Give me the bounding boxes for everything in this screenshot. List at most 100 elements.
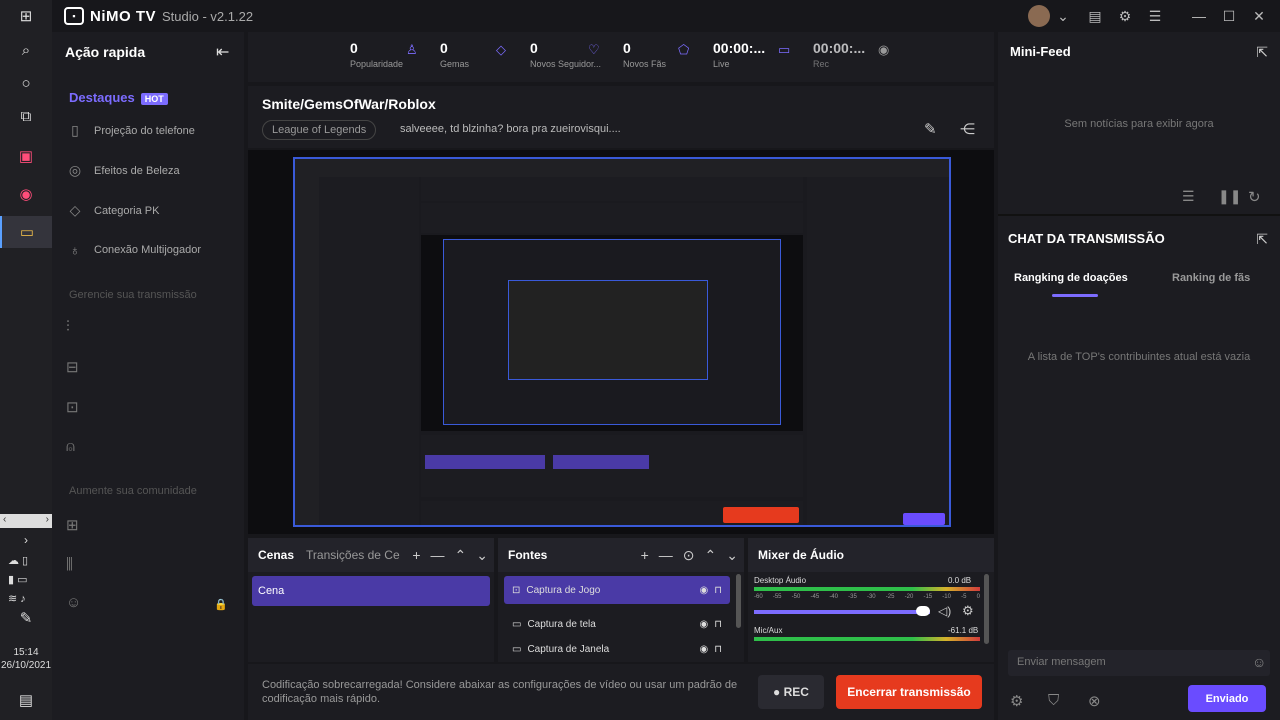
scenes-controls: + — ⌃ ⌄	[412, 538, 488, 572]
down-icon[interactable]: ⌄	[476, 547, 488, 564]
add-icon[interactable]: +	[641, 547, 649, 563]
cortana-icon[interactable]: ○	[0, 67, 52, 99]
dice-icon[interactable]: ⊞	[66, 516, 79, 534]
avatar[interactable]	[1028, 5, 1050, 27]
stat-fans: 0 Novos Fãs	[623, 40, 667, 69]
manage-title: Gerencie sua transmissão	[69, 289, 197, 301]
up-icon[interactable]: ⌃	[455, 547, 467, 564]
gear-icon[interactable]: ⚙	[962, 603, 974, 619]
sources-scrollbar[interactable]	[736, 574, 741, 628]
chat-input[interactable]: Enviar mensagem	[1008, 650, 1270, 676]
nimo-studio-taskbar-icon[interactable]: ▭	[0, 216, 52, 248]
ranking-empty: A lista de TOP's contribuintes atual est…	[1027, 351, 1251, 363]
hot-badge: HOT	[140, 93, 168, 105]
record-icon: ◉	[878, 42, 890, 57]
notification-icon[interactable]: ▤	[0, 684, 52, 716]
share-icon[interactable]: ⋲	[960, 120, 975, 138]
settings-gear-icon[interactable]: ⚙	[1010, 692, 1023, 710]
down-icon[interactable]: ⌄	[726, 547, 738, 564]
footer: Codificação sobrecarregada! Considere ab…	[248, 664, 994, 720]
close-icon[interactable]: ✕	[1244, 0, 1274, 32]
emoji-icon[interactable]: ☺	[1252, 654, 1266, 670]
task-view-icon[interactable]: ⧉	[0, 100, 52, 132]
refresh-icon[interactable]: ↻	[1248, 188, 1261, 206]
shield-icon[interactable]: ⛉	[1048, 692, 1059, 709]
eye-icon[interactable]: ◉	[699, 644, 708, 655]
chart-icon[interactable]: ⊡	[66, 398, 79, 416]
source-item-screen[interactable]: ▭ Captura de tela ◉ ⊓	[504, 610, 730, 638]
source-item-game[interactable]: ⊡ Captura de Jogo ◉ ⊓	[504, 576, 730, 604]
clock[interactable]: 15:14 26/10/2021	[0, 646, 52, 672]
chevron-down-icon[interactable]: ⌄	[1048, 0, 1078, 32]
divider	[998, 214, 1280, 216]
beauty-effects-item[interactable]: ◎ Efeitos de Beleza	[66, 162, 180, 179]
rec-button[interactable]: ● REC	[758, 675, 824, 709]
search-icon[interactable]: ⌕	[0, 34, 52, 66]
highlights-title: Destaques HOT	[69, 90, 168, 105]
scene-item[interactable]: Cena	[252, 576, 490, 606]
remove-icon[interactable]: —	[431, 547, 445, 563]
message-icon[interactable]: ▤	[1080, 0, 1110, 32]
gear-icon[interactable]: ⚙	[1110, 0, 1140, 32]
app-icon-2[interactable]: ◉	[0, 178, 52, 210]
add-icon[interactable]: +	[412, 547, 420, 563]
bell-icon[interactable]: ⍝	[66, 438, 75, 455]
source-item-window[interactable]: ▭ Captura de Janela ◉ ⊓	[504, 644, 730, 662]
unlock-icon[interactable]: ⊓	[714, 644, 722, 655]
end-stream-button[interactable]: Encerrar transmissão	[836, 675, 982, 709]
mixer-scrollbar[interactable]	[984, 574, 989, 644]
chevron-icon[interactable]: ›	[0, 530, 52, 550]
multiplayer-item[interactable]: ♁ Conexão Multijogador	[66, 242, 201, 258]
up-icon[interactable]: ⌃	[705, 547, 717, 564]
gift-icon[interactable]: ⊟	[66, 358, 79, 376]
collapse-icon[interactable]: ⇤	[216, 42, 229, 62]
send-button[interactable]: Enviado	[1188, 685, 1266, 712]
tab-transitions[interactable]: Transições de Cena	[306, 548, 400, 562]
stat-live: 00:00:... Live	[713, 40, 766, 69]
capture-source	[553, 455, 649, 469]
volume-knob[interactable]	[916, 606, 930, 616]
stream-preview[interactable]	[248, 150, 994, 534]
pk-category-item[interactable]: ◇ Categoria PK	[66, 202, 160, 219]
tray-icons[interactable]: ☁ ▯ ▮ ▭ ≋ ♪	[8, 552, 28, 609]
filter-icon[interactable]: ☰	[1182, 188, 1195, 205]
app-brand: NiMO TV	[90, 7, 156, 25]
capture-titlebar	[295, 159, 949, 177]
capture-bottom-panels	[421, 435, 803, 497]
lock-icon: 🔒	[214, 599, 228, 611]
external-link-icon[interactable]: ⇱	[1256, 44, 1268, 61]
unlock-icon[interactable]: ⊓	[714, 585, 722, 596]
camera-icon: ▭	[778, 42, 791, 57]
taskbar-scroll[interactable]: ‹ ›	[0, 514, 52, 528]
eye-icon[interactable]: ◉	[699, 619, 708, 630]
bars-icon[interactable]: ⫼	[66, 556, 73, 573]
sliders-icon[interactable]: ⫶	[66, 318, 70, 335]
tab-scenes[interactable]: Cenas	[258, 548, 294, 562]
unlock-icon[interactable]: ⊓	[714, 619, 722, 630]
smile-icon[interactable]: ☺	[66, 594, 81, 611]
app-icon-1[interactable]: ▣	[0, 140, 52, 172]
capture-nested-deep	[508, 280, 708, 380]
capture-send	[903, 513, 945, 525]
minimize-icon[interactable]: —	[1184, 0, 1214, 32]
pause-icon[interactable]: ❚❚	[1218, 188, 1241, 205]
maximize-icon[interactable]: ☐	[1214, 0, 1244, 32]
external-link-icon[interactable]: ⇱	[1256, 231, 1268, 248]
tab-donation-ranking[interactable]: Rangking de doações	[1014, 272, 1128, 284]
phone-projection-item[interactable]: ▯ Projeção do telefone	[66, 122, 195, 139]
remove-icon[interactable]: —	[659, 547, 673, 563]
gamepad-icon: ⊡	[512, 584, 521, 596]
volume-slider-desktop[interactable]	[754, 610, 930, 614]
settings-icon[interactable]: ⊙	[683, 547, 695, 564]
speaker-icon[interactable]: ◁)	[938, 604, 951, 618]
edit-icon[interactable]: ✎	[924, 120, 937, 138]
eye-icon[interactable]: ◉	[699, 585, 708, 596]
badge-icon: ⬠	[678, 42, 690, 57]
pen-icon[interactable]: ✎	[0, 606, 52, 630]
block-icon[interactable]: ⊗	[1088, 692, 1101, 710]
tab-fans-ranking[interactable]: Ranking de fãs	[1172, 272, 1250, 284]
capture-taskbar	[295, 177, 319, 525]
menu-icon[interactable]: ☰	[1140, 0, 1170, 32]
windows-start-icon[interactable]: ⊞	[0, 0, 52, 32]
category-tag[interactable]: League of Legends	[262, 120, 377, 140]
